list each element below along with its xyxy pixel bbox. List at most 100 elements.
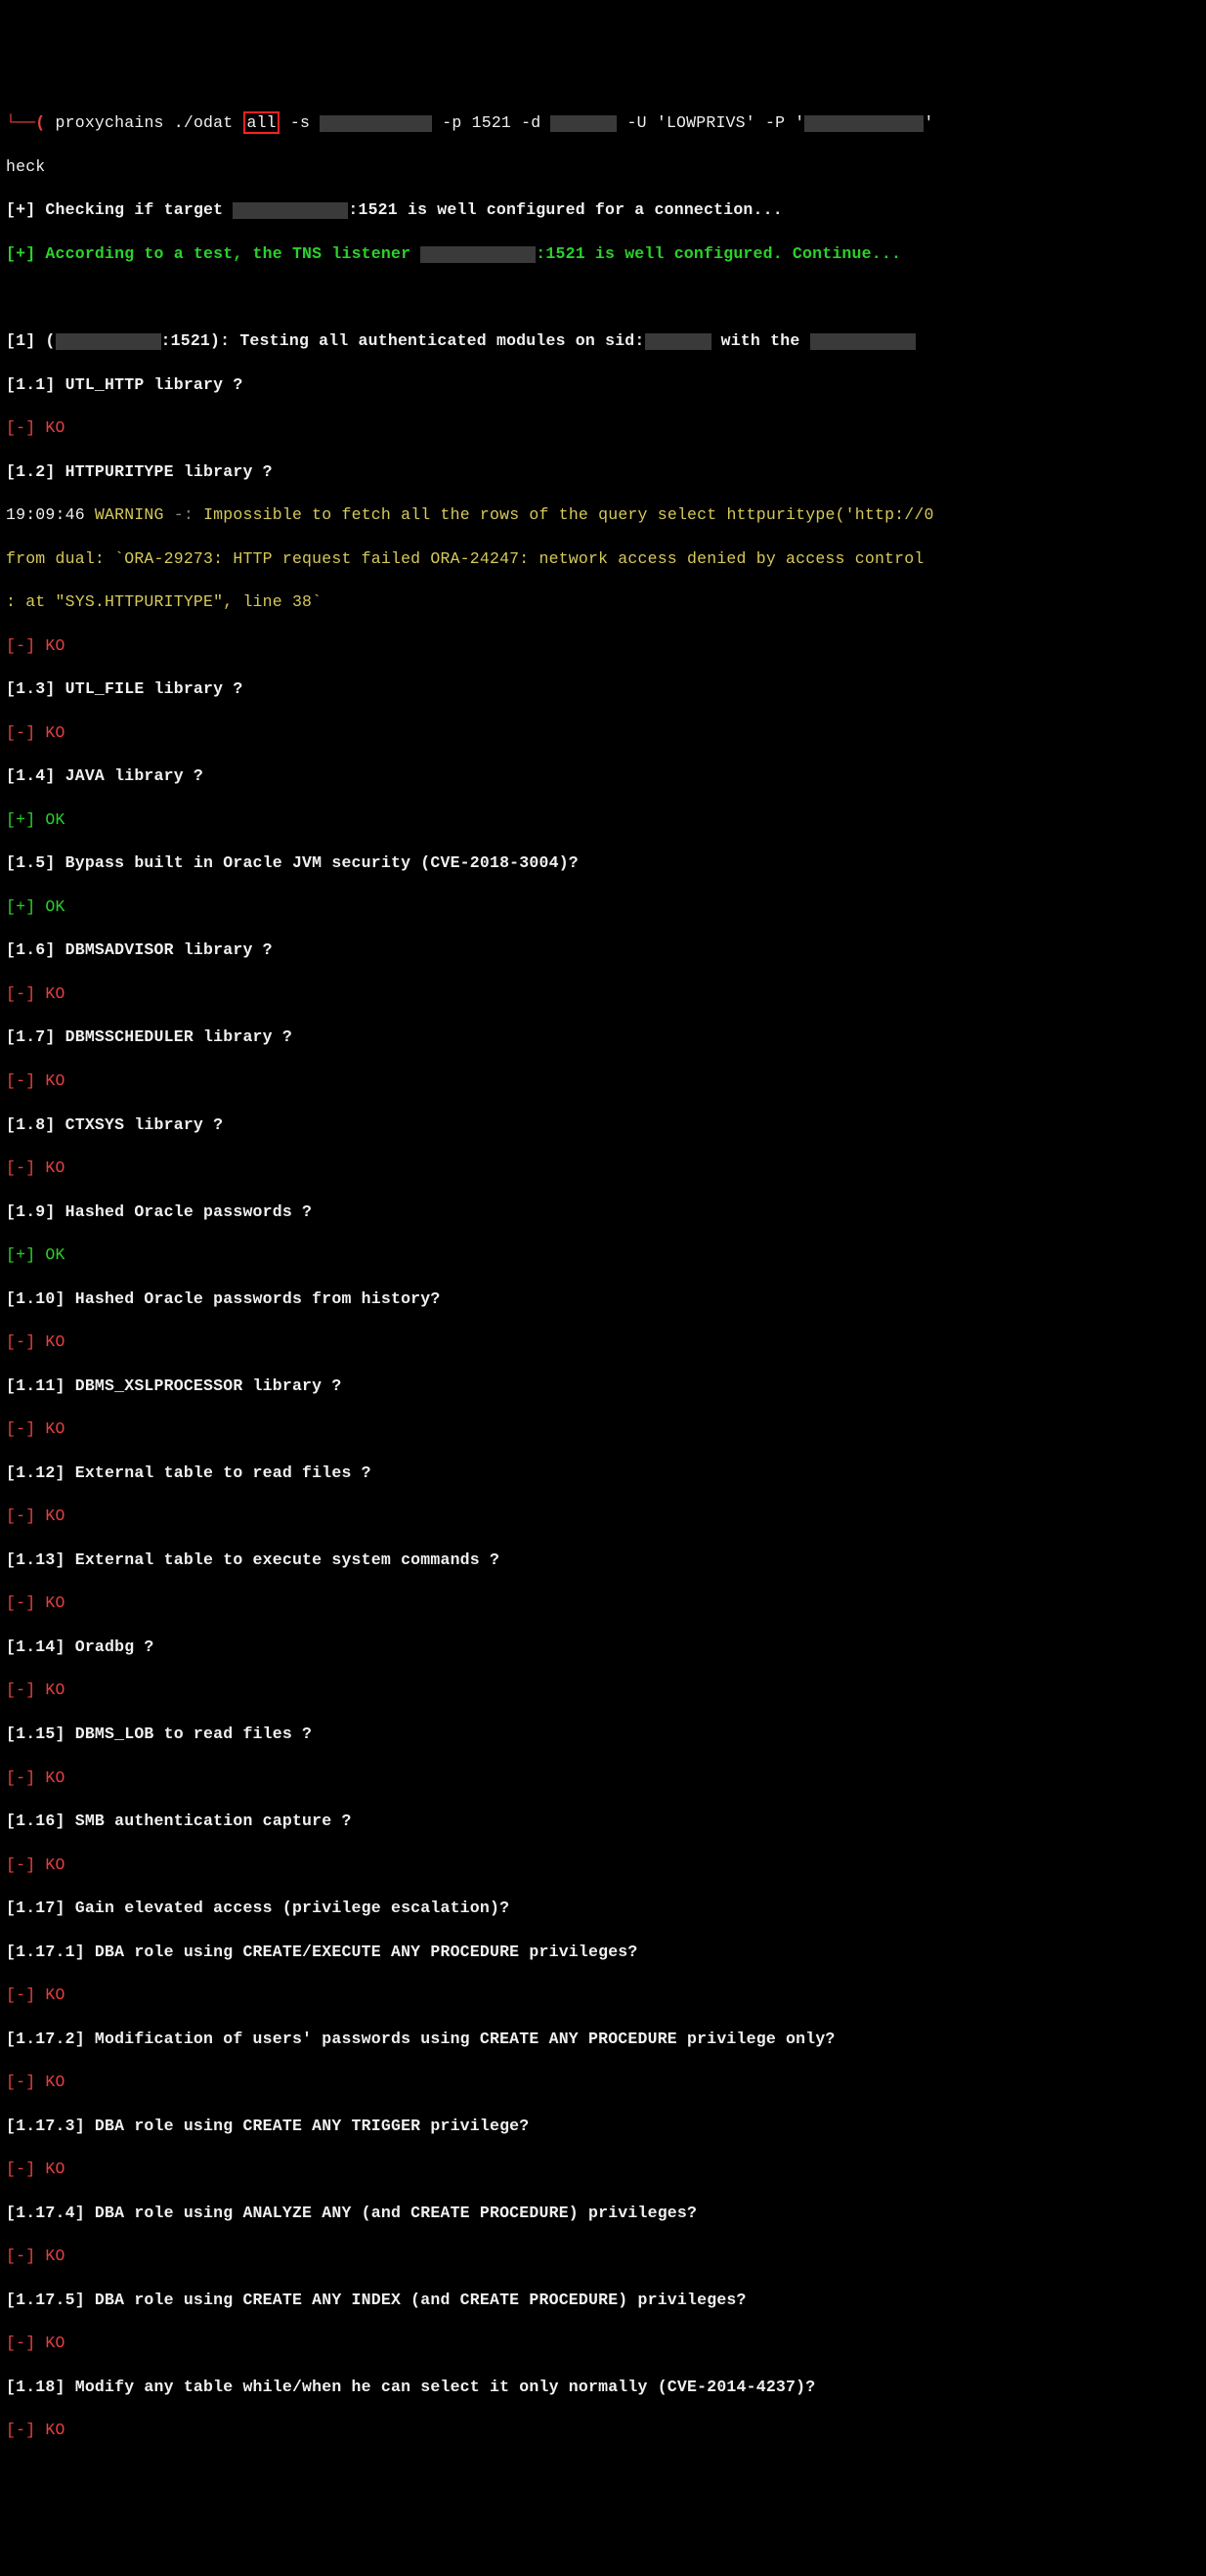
flags-pd: -p 1521 -d [432,113,550,132]
ko-tag: [-] [6,2073,35,2091]
redacted-ip [56,333,161,350]
ko-text: KO [35,2160,65,2178]
redacted-pass [804,115,924,132]
ko-tag: [-] [6,1071,35,1090]
warning-line-3: : at "SYS.HTTPURITYPE", line 38` [6,591,1200,613]
warning-line-1: 19:09:46 WARNING -: Impossible to fetch … [6,504,1200,526]
result-ko: [-] KO [6,1855,1200,1876]
check-text-b: :1521 is well configured for a connectio… [348,200,782,219]
ko-text: KO [35,1071,65,1090]
plus-tag: [+] [6,200,35,219]
result-ko: [-] KO [6,1419,1200,1440]
ok-text: OK [35,810,65,829]
ko-tag: [-] [6,1768,35,1787]
result-ok: [+] OK [6,1244,1200,1266]
flag-s: -s [280,113,320,132]
command-line: └──( proxychains ./odat all -s -p 1521 -… [6,112,1200,134]
test-1-1: [1.1] UTL_HTTP library ? [6,374,1200,396]
test-1-8: [1.8] CTXSYS library ? [6,1114,1200,1136]
listener-text-a: According to a test, the TNS listener [35,244,420,263]
highlighted-arg: all [243,111,279,134]
ko-tag: [-] [6,2160,35,2178]
result-ko: [-] KO [6,722,1200,744]
test-1-12: [1.12] External table to read files ? [6,1463,1200,1484]
ko-tag: [-] [6,2334,35,2352]
test-1-2: [1.2] HTTPURITYPE library ? [6,461,1200,483]
result-ko: [-] KO [6,1680,1200,1701]
test-1-17: [1.17] Gain elevated access (privilege e… [6,1898,1200,1919]
ko-text: KO [35,2421,65,2439]
ko-text: KO [35,1986,65,2004]
test-1-17-1: [1.17.1] DBA role using CREATE/EXECUTE A… [6,1942,1200,1963]
prompt-prefix: └──( [6,113,45,132]
ko-text: KO [35,1506,65,1525]
ko-tag: [-] [6,723,35,742]
section-header: [1] (:1521): Testing all authenticated m… [6,330,1200,352]
test-1-15: [1.15] DBMS_LOB to read files ? [6,1724,1200,1745]
test-1-7: [1.7] DBMSSCHEDULER library ? [6,1026,1200,1048]
ko-tag: [-] [6,2421,35,2439]
test-1-17-2: [1.17.2] Modification of users' password… [6,2029,1200,2050]
test-1-11: [1.11] DBMS_XSLPROCESSOR library ? [6,1375,1200,1397]
command-continuation: heck [6,156,1200,178]
result-ko: [-] KO [6,2246,1200,2267]
redacted-db [550,115,617,132]
ko-text: KO [35,1419,65,1438]
result-ko: [-] KO [6,2159,1200,2180]
test-1-5: [1.5] Bypass built in Oracle JVM securit… [6,852,1200,874]
result-ko: [-] KO [6,1593,1200,1614]
warning-line-2: from dual: `ORA-29273: HTTP request fail… [6,548,1200,570]
ko-tag: [-] [6,1594,35,1612]
test-1-17-3: [1.17.3] DBA role using CREATE ANY TRIGG… [6,2116,1200,2137]
hdr-c: with the [711,331,810,350]
ok-tag: [+] [6,810,35,829]
ko-text: KO [35,1158,65,1177]
ko-tag: [-] [6,1506,35,1525]
ko-tag: [-] [6,636,35,655]
ko-text: KO [35,1332,65,1351]
test-1-13: [1.13] External table to execute system … [6,1550,1200,1571]
result-ko: [-] KO [6,1985,1200,2006]
cmd-tail: ' [924,113,933,132]
redacted-host [320,115,432,132]
result-ko: [-] KO [6,2420,1200,2441]
hdr-a: [1] ( [6,331,56,350]
redacted-ip [420,246,536,263]
test-1-18: [1.18] Modify any table while/when he ca… [6,2377,1200,2398]
result-ko: [-] KO [6,635,1200,657]
ko-tag: [-] [6,1856,35,1874]
result-ko: [-] KO [6,417,1200,439]
redacted-ip [233,202,348,219]
cmd-invoke: proxychains ./odat [45,113,242,132]
test-1-14: [1.14] Oradbg ? [6,1637,1200,1658]
terminal-output: └──( proxychains ./odat all -s -p 1521 -… [6,91,1200,2464]
result-ok: [+] OK [6,809,1200,831]
ko-tag: [-] [6,1158,35,1177]
plus-tag-green: [+] [6,244,35,263]
ko-text: KO [35,2247,65,2265]
ko-text: KO [35,2073,65,2091]
test-1-9: [1.9] Hashed Oracle passwords ? [6,1201,1200,1223]
ok-text: OK [35,897,65,916]
ok-text: OK [35,1245,65,1264]
ko-text: KO [35,636,65,655]
result-ok: [+] OK [6,896,1200,918]
ok-tag: [+] [6,897,35,916]
result-ko: [-] KO [6,1157,1200,1179]
test-1-10: [1.10] Hashed Oracle passwords from hist… [6,1288,1200,1310]
warn-ts: 19:09:46 [6,505,95,524]
ko-tag: [-] [6,2247,35,2265]
test-1-6: [1.6] DBMSADVISOR library ? [6,939,1200,961]
warn-level: WARNING [95,505,164,524]
ko-text: KO [35,2334,65,2352]
ko-text: KO [35,1681,65,1699]
ko-text: KO [35,1594,65,1612]
ko-text: KO [35,1768,65,1787]
blank-line [6,286,1200,308]
test-1-3: [1.3] UTL_FILE library ? [6,678,1200,700]
ko-text: KO [35,418,65,437]
result-ko: [-] KO [6,1506,1200,1527]
ko-tag: [-] [6,984,35,1003]
check-line-2: [+] According to a test, the TNS listene… [6,243,1200,265]
ko-tag: [-] [6,1419,35,1438]
